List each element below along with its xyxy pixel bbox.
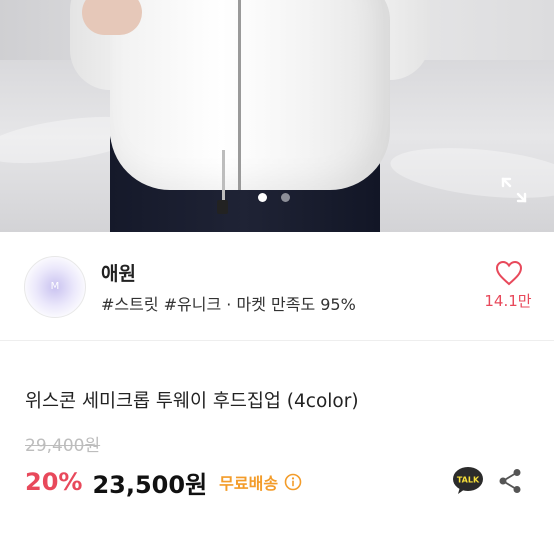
product-jacket bbox=[110, 0, 390, 190]
price-row: 20% 23,500원 무료배송 bbox=[25, 466, 302, 499]
seller-name[interactable]: 애원 bbox=[101, 259, 136, 286]
avatar-logo: M bbox=[50, 281, 60, 292]
talk-label: TALK bbox=[457, 476, 480, 485]
seller-section: M 애원 #스트릿 #유니크 · 마켓 만족도 95% 14.1만 bbox=[0, 232, 554, 341]
share-icon[interactable] bbox=[498, 468, 522, 494]
discount-rate: 20% bbox=[25, 468, 83, 496]
info-icon[interactable] bbox=[284, 473, 302, 491]
product-image-gallery[interactable] bbox=[0, 0, 554, 232]
seller-avatar[interactable]: M bbox=[24, 256, 86, 318]
gallery-dot[interactable] bbox=[281, 193, 290, 202]
like-count: 14.1만 bbox=[484, 292, 532, 310]
drawstring bbox=[222, 150, 225, 205]
product-title: 위스콘 세미크롭 투웨이 후드집업 (4color) bbox=[25, 391, 359, 412]
seller-tags: #스트릿 #유니크 · 마켓 만족도 95% bbox=[101, 295, 356, 314]
sale-price: 23,500원 bbox=[92, 470, 208, 499]
model-hand bbox=[82, 0, 142, 35]
product-info: 위스콘 세미크롭 투웨이 후드집업 (4color) 29,400원 20% 2… bbox=[0, 340, 554, 554]
free-shipping-label: 무료배송 bbox=[219, 474, 279, 493]
kakaotalk-icon[interactable]: TALK bbox=[452, 466, 484, 496]
gallery-pagination bbox=[258, 193, 290, 202]
expand-icon[interactable] bbox=[500, 176, 528, 204]
original-price: 29,400원 bbox=[25, 436, 101, 456]
heart-icon[interactable] bbox=[495, 260, 523, 286]
drawstring-tip bbox=[217, 200, 228, 214]
gallery-dot-active[interactable] bbox=[258, 193, 267, 202]
jacket-zipper bbox=[238, 0, 241, 190]
